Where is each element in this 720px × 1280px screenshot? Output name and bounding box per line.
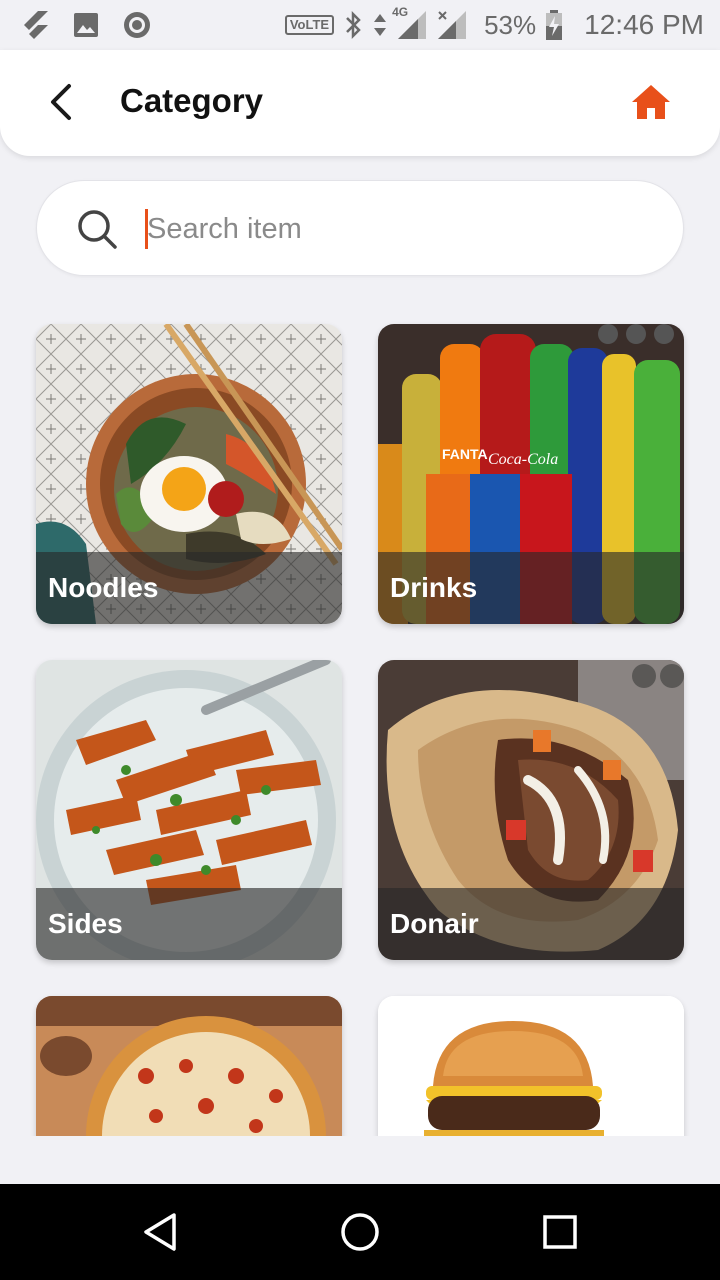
tile-label-bar: Drinks xyxy=(378,552,684,624)
signal-no-sim-icon xyxy=(436,9,468,41)
triangle-back-icon xyxy=(144,1213,176,1251)
page-title: Category xyxy=(120,82,264,119)
category-tile-sides[interactable]: Sides xyxy=(36,660,342,960)
category-grid[interactable]: Noodles FANTA Coca-Cola Drinks Sides Don… xyxy=(0,320,720,1136)
back-button[interactable] xyxy=(40,80,84,124)
gallery-icon xyxy=(72,11,100,39)
square-recents-icon xyxy=(543,1215,577,1249)
back-arrow-icon xyxy=(51,84,71,120)
nav-home-button[interactable] xyxy=(336,1208,384,1256)
flutter-logo-icon xyxy=(22,9,50,41)
tile-label: Noodles xyxy=(48,572,159,603)
battery-charging-icon xyxy=(544,9,564,41)
pizza-image xyxy=(36,996,342,1136)
app-header: Category xyxy=(0,50,720,156)
tile-label-bar: Sides xyxy=(36,888,342,960)
category-tile-burger[interactable] xyxy=(378,996,684,1136)
nav-back-button[interactable] xyxy=(136,1208,184,1256)
system-nav-bar xyxy=(0,1184,720,1280)
tile-label-bar: Noodles xyxy=(36,552,342,624)
signal-4g-icon: 4G xyxy=(392,5,428,41)
category-tile-donair[interactable]: Donair xyxy=(378,660,684,960)
tile-label: Donair xyxy=(390,908,479,939)
bluetooth-icon xyxy=(342,10,364,40)
tile-label-bar: Donair xyxy=(378,888,684,960)
home-icon xyxy=(632,85,670,119)
tile-label: Drinks xyxy=(390,572,478,603)
category-tile-drinks[interactable]: FANTA Coca-Cola Drinks xyxy=(378,324,684,624)
text-cursor xyxy=(145,209,148,249)
circle-home-icon xyxy=(341,1213,379,1251)
record-icon xyxy=(122,10,152,40)
data-arrows-icon xyxy=(372,10,388,40)
status-bar: VoLTE 4G 53% 12:46 PM xyxy=(0,0,720,50)
burger-image xyxy=(378,996,684,1136)
network-type-label: 4G xyxy=(392,5,409,19)
tile-label: Sides xyxy=(48,908,123,939)
category-tile-noodles[interactable]: Noodles xyxy=(36,324,342,624)
search-icon xyxy=(78,210,117,249)
volte-badge: VoLTE xyxy=(284,15,335,35)
nav-recents-button[interactable] xyxy=(536,1208,584,1256)
clock: 12:46 PM xyxy=(584,9,704,40)
svg-text:Coca-Cola: Coca-Cola xyxy=(488,451,558,468)
category-tile-pizza[interactable] xyxy=(36,996,342,1136)
search-bar[interactable] xyxy=(36,180,684,276)
svg-text:FANTA: FANTA xyxy=(442,446,488,462)
search-input[interactable] xyxy=(145,205,645,253)
home-button[interactable] xyxy=(626,80,676,124)
battery-percent: 53% xyxy=(484,9,537,40)
